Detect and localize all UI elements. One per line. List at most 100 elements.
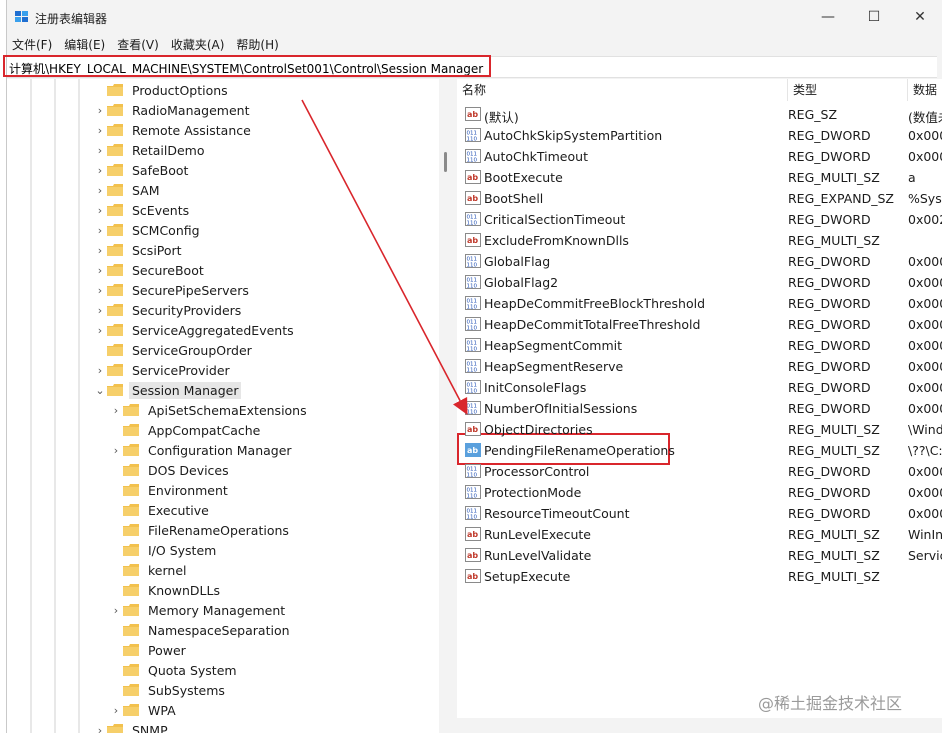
value-row[interactable]: 011110GlobalFlag2 REG_DWORD 0x000 — [457, 272, 942, 293]
tree-item[interactable]: Executive — [109, 500, 212, 520]
tree-item[interactable]: › ScEvents — [93, 200, 192, 220]
value-row[interactable]: 011 110 HeapDeCommitFreeBlockThreshold REG_… — [457, 293, 942, 314]
tree-item[interactable]: › ScsiPort — [93, 240, 185, 260]
value-row[interactable]: 011110HeapSegmentReserve REG_DWORD 0x000 — [457, 356, 942, 377]
column-header-type[interactable]: 类型 — [788, 79, 908, 101]
folder-icon — [107, 144, 123, 156]
value-row[interactable]: 011 110 AutoChkSkipSystemPartition REG_DWOR… — [457, 125, 942, 146]
tree-item[interactable]: › RadioManagement — [93, 100, 252, 120]
chevron-right-icon[interactable]: › — [93, 144, 107, 157]
menu-file[interactable]: 文件(F) — [7, 36, 59, 54]
menu-edit[interactable]: 编辑(E) — [59, 36, 112, 54]
tree-item[interactable]: Power — [109, 640, 189, 660]
value-row[interactable]: 011110ProtectionMode REG_DWORD 0x000 — [457, 482, 942, 503]
binary-value-icon: 011110 — [465, 380, 481, 394]
tree-item[interactable]: › ServiceAggregatedEvents — [93, 320, 297, 340]
tree-item[interactable]: › RetailDemo — [93, 140, 207, 160]
values-pane[interactable]: 名称 类型 数据 ab(默认)REG_SZ(数值未011110AutoChkSk… — [457, 79, 942, 733]
value-row[interactable]: ab (默认) REG_SZ (数值未 — [457, 104, 942, 125]
tree-item[interactable]: › SafeBoot — [93, 160, 191, 180]
value-row[interactable]: ab RunLevelExecute REG_MULTI_SZ WinIn — [457, 524, 942, 545]
value-row[interactable]: ab BootExecute REG_MULTI_SZ a — [457, 167, 942, 188]
tree-item[interactable]: Environment — [109, 480, 231, 500]
tree-item[interactable]: ProductOptions — [93, 80, 231, 100]
tree-item[interactable]: DOS Devices — [109, 460, 232, 480]
value-row[interactable]: 011 110 NumberOfInitialSessions REG_DWORD 0x… — [457, 398, 942, 419]
tree-item[interactable]: › SNMP — [93, 720, 171, 733]
tree-item[interactable]: › Remote Assistance — [93, 120, 254, 140]
column-header-name[interactable]: 名称 — [457, 79, 788, 101]
minimize-button[interactable]: — — [805, 0, 851, 34]
tree-scrollbar[interactable] — [439, 79, 453, 733]
chevron-right-icon[interactable]: › — [93, 184, 107, 197]
address-bar[interactable]: 计算机\HKEY_LOCAL_MACHINE\SYSTEM\ControlSet… — [3, 55, 937, 78]
maximize-button[interactable]: ☐ — [851, 0, 897, 34]
tree-item[interactable]: › SCMConfig — [93, 220, 203, 240]
value-row[interactable]: 011110AutoChkTimeout REG_DWORD 0x000 — [457, 146, 942, 167]
value-row[interactable]: ab RunLevelValidate REG_MULTI_SZ Servic — [457, 545, 942, 566]
folder-icon — [107, 104, 123, 116]
tree-item-label: ScEvents — [132, 202, 190, 218]
chevron-right-icon[interactable]: › — [109, 404, 123, 417]
value-row[interactable]: ab ObjectDirectories REG_MULTI_SZ \Wind — [457, 419, 942, 440]
tree-item[interactable]: SubSystems — [109, 680, 228, 700]
menu-help[interactable]: 帮助(H) — [231, 36, 285, 54]
tree-item[interactable]: › WPA — [109, 700, 179, 720]
chevron-right-icon[interactable]: › — [93, 724, 107, 733]
menu-favorites[interactable]: 收藏夹(A) — [166, 36, 232, 54]
close-button[interactable]: ✕ — [897, 0, 942, 34]
chevron-right-icon[interactable]: › — [109, 604, 123, 617]
chevron-right-icon[interactable]: › — [93, 124, 107, 137]
key-tree-pane[interactable]: ProductOptions › RadioManagement › Remote As… — [7, 79, 439, 733]
tree-item[interactable]: AppCompatCache — [109, 420, 263, 440]
value-row[interactable]: 011 110 CriticalSectionTimeout REG_DWORD 0x0… — [457, 209, 942, 230]
tree-item[interactable]: kernel — [109, 560, 190, 580]
tree-scroll-thumb[interactable] — [444, 152, 447, 172]
chevron-right-icon[interactable]: › — [109, 704, 123, 717]
tree-item[interactable]: Quota System — [109, 660, 240, 680]
value-row[interactable]: ab BootShell REG_EXPAND_SZ %Syst — [457, 188, 942, 209]
menu-view[interactable]: 查看(V) — [112, 36, 166, 54]
chevron-right-icon[interactable]: › — [93, 204, 107, 217]
string-value-icon: ab — [465, 422, 481, 436]
column-header-data[interactable]: 数据 — [908, 79, 942, 101]
tree-item[interactable]: I/O System — [109, 540, 219, 560]
tree-item[interactable]: › Memory Management — [109, 600, 288, 620]
tree-item[interactable]: KnownDLLs — [109, 580, 223, 600]
tree-item[interactable]: › SAM — [93, 180, 163, 200]
tree-item[interactable]: › SecurityProviders — [93, 300, 244, 320]
chevron-right-icon[interactable]: › — [93, 324, 107, 337]
tree-item[interactable]: ServiceGroupOrder — [93, 340, 255, 360]
value-row[interactable]: 011110InitConsoleFlags REG_DWORD 0x000 — [457, 377, 942, 398]
value-row[interactable]: 011110GlobalFlag REG_DWORD 0x000 — [457, 251, 942, 272]
chevron-right-icon[interactable]: › — [93, 284, 107, 297]
value-row[interactable]: ab SetupExecute REG_MULTI_SZ — [457, 566, 942, 587]
tree-item[interactable]: › ApiSetSchemaExtensions — [109, 400, 310, 420]
value-row[interactable]: 011110ResourceTimeoutCount REG_DWORD 0x000 — [457, 503, 942, 524]
tree-item[interactable]: › Configuration Manager — [109, 440, 295, 460]
value-row[interactable]: ab ExcludeFromKnownDlls REG_MULTI_SZ — [457, 230, 942, 251]
value-row[interactable]: ab PendingFileRenameOperations REG_MULTI_S… — [457, 440, 942, 461]
value-row[interactable]: 011110ProcessorControl REG_DWORD 0x000 — [457, 461, 942, 482]
tree-item[interactable]: NamespaceSeparation — [109, 620, 293, 640]
chevron-right-icon[interactable]: › — [93, 304, 107, 317]
value-type: REG_DWORD — [788, 464, 871, 479]
value-row[interactable]: 011110HeapSegmentCommit REG_DWORD 0x000 — [457, 335, 942, 356]
window-controls: — ☐ ✕ — [805, 0, 942, 34]
tree-item[interactable]: FileRenameOperations — [109, 520, 292, 540]
binary-value-icon: 011110 — [465, 401, 481, 415]
chevron-right-icon[interactable]: › — [93, 104, 107, 117]
value-row[interactable]: 011 110 HeapDeCommitTotalFreeThreshold REG_… — [457, 314, 942, 335]
tree-item[interactable]: › SecureBoot — [93, 260, 207, 280]
chevron-right-icon[interactable]: › — [93, 364, 107, 377]
chevron-down-icon[interactable]: ⌄ — [93, 384, 107, 397]
chevron-right-icon[interactable]: › — [93, 224, 107, 237]
values-hscrollbar[interactable] — [457, 718, 942, 733]
chevron-right-icon[interactable]: › — [93, 164, 107, 177]
chevron-right-icon[interactable]: › — [93, 244, 107, 257]
tree-item[interactable]: › SecurePipeServers — [93, 280, 252, 300]
chevron-right-icon[interactable]: › — [93, 264, 107, 277]
tree-item[interactable]: ⌄ Session Manager — [93, 380, 242, 400]
chevron-right-icon[interactable]: › — [109, 444, 123, 457]
tree-item[interactable]: › ServiceProvider — [93, 360, 233, 380]
